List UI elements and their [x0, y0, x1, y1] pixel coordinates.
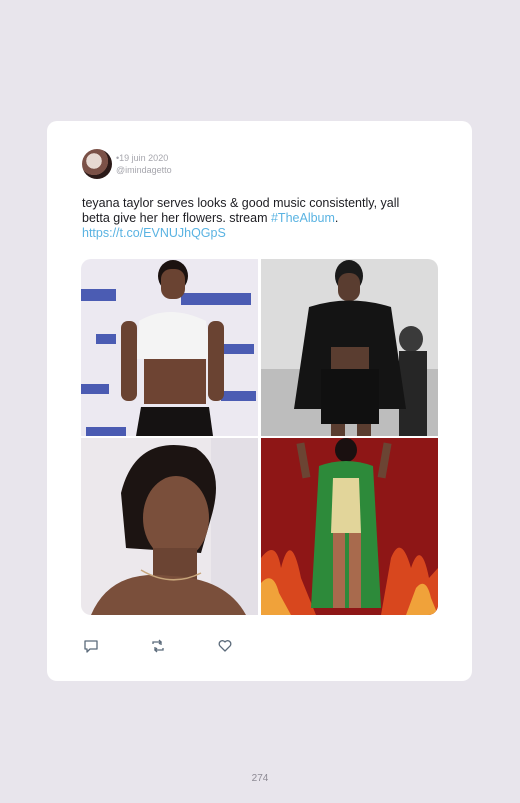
tweet-meta: •19 juin 2020 @imindagetto [116, 153, 172, 176]
tweet-body: teyana taylor serves looks & good music … [82, 196, 400, 225]
tweet-url-link[interactable]: https://t.co/EVNUJhQGpS [82, 226, 226, 240]
photo-black-outfit-runway[interactable] [261, 259, 438, 436]
media-grid [81, 259, 438, 615]
like-icon[interactable] [217, 638, 233, 654]
photo-green-fringe-red-background[interactable] [261, 438, 438, 615]
page-number: 274 [251, 773, 269, 784]
tweet-handle[interactable]: @imindagetto [116, 164, 172, 176]
tweet-date: 19 juin 2020 [119, 153, 169, 163]
tweet-text: teyana taylor serves looks & good music … [82, 196, 412, 241]
tweet-body-end: . [334, 211, 339, 225]
hashtag-link[interactable]: #TheAlbum [271, 211, 335, 225]
photo-portrait[interactable] [81, 438, 258, 615]
tweet-actions [83, 638, 243, 654]
reply-icon[interactable] [83, 638, 99, 654]
photo-white-crop-top[interactable] [81, 259, 258, 436]
avatar[interactable] [82, 149, 112, 179]
tweet-card: •19 juin 2020 @imindagetto teyana taylor… [47, 121, 472, 681]
retweet-icon[interactable] [150, 638, 166, 654]
